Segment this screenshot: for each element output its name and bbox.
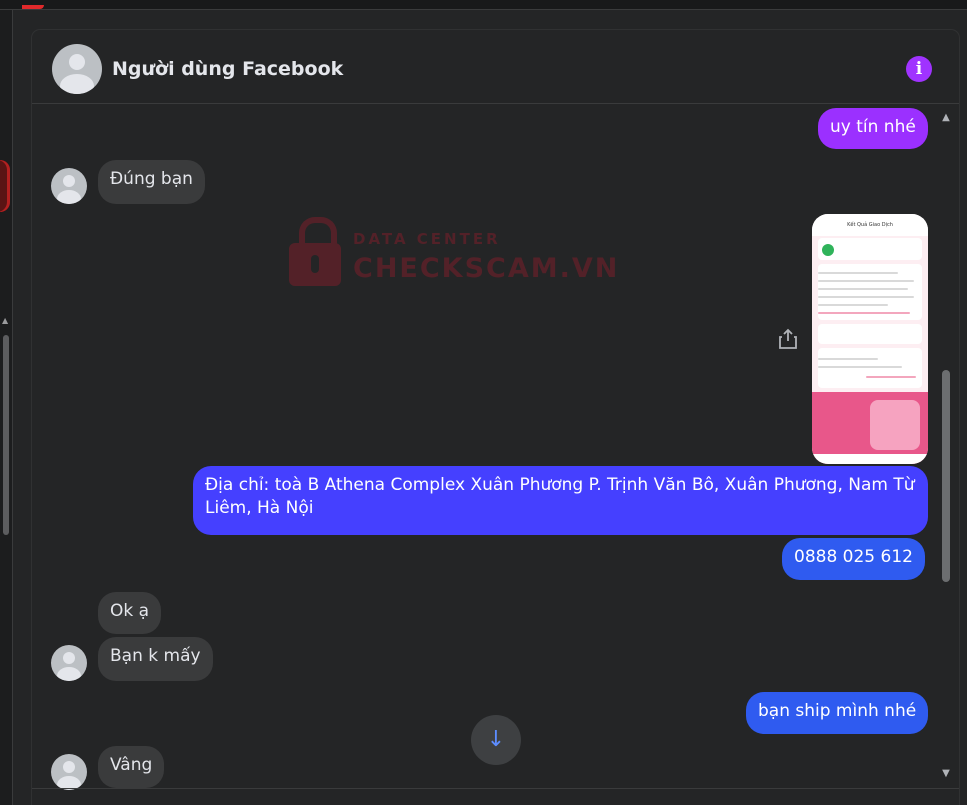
image-bottom-bar — [812, 454, 928, 464]
scroll-up-arrow[interactable]: ▲ — [938, 112, 954, 124]
avatar-body-shape — [60, 74, 94, 94]
watermark-line-1: DATA CENTER — [353, 230, 501, 248]
transaction-screenshot-image[interactable]: Kết Quả Giao Dịch — [812, 214, 928, 464]
contact-name[interactable]: Người dùng Facebook — [112, 58, 343, 80]
avatar-body-shape — [57, 190, 81, 204]
contact-avatar-small[interactable] — [51, 168, 87, 204]
share-icon[interactable] — [778, 328, 798, 350]
message-bubble-outgoing[interactable]: Địa chỉ: toà B Athena Complex Xuân Phươn… — [193, 466, 928, 535]
lock-keyhole — [311, 255, 319, 273]
chat-panel: Người dùng Facebook i DATA CENTER CHECKS… — [32, 30, 959, 805]
image-text-line — [818, 280, 914, 282]
image-card — [818, 324, 922, 344]
composer-divider — [32, 788, 959, 789]
left-scrollbar-thumb[interactable] — [3, 335, 9, 535]
check-icon — [822, 244, 834, 256]
message-bubble-outgoing[interactable]: 0888 025 612 — [782, 538, 925, 580]
avatar-head-shape — [69, 54, 85, 70]
left-scroll-up-arrow[interactable]: ▲ — [2, 316, 8, 325]
image-text-line — [818, 366, 902, 368]
avatar-body-shape — [57, 667, 81, 681]
image-title: Kết Quả Giao Dịch — [812, 214, 928, 236]
checkscam-watermark: DATA CENTER CHECKSCAM.VN — [289, 215, 617, 295]
message-bubble-outgoing[interactable]: bạn ship mình nhé — [746, 692, 929, 734]
chat-scrollbar[interactable]: ▲ ▼ — [938, 112, 954, 782]
message-bubble-incoming[interactable]: Ok ạ — [98, 592, 162, 634]
avatar-head-shape — [63, 761, 75, 773]
message-bubble-incoming[interactable]: Đúng bạn — [98, 160, 205, 204]
notification-mark — [22, 0, 44, 9]
message-bubble-incoming[interactable]: Bạn k mấy — [98, 637, 213, 681]
image-text-line — [818, 288, 908, 290]
image-card — [818, 348, 922, 388]
left-avatar-fragment — [0, 160, 10, 212]
image-text-line — [866, 376, 916, 378]
scrollbar-thumb[interactable] — [942, 370, 950, 582]
left-sidebar-edge: ▲ — [0, 10, 13, 805]
contact-avatar[interactable] — [52, 44, 102, 94]
message-bubble-incoming[interactable]: Vâng — [98, 746, 165, 788]
scroll-down-arrow[interactable]: ▼ — [938, 768, 954, 780]
image-text-line — [818, 304, 888, 306]
avatar-head-shape — [63, 652, 75, 664]
contact-avatar-small[interactable] — [51, 645, 87, 681]
scroll-to-bottom-button[interactable]: ↓ — [471, 715, 521, 765]
info-icon[interactable]: i — [906, 56, 932, 82]
image-text-line — [818, 272, 898, 274]
chat-header: Người dùng Facebook i — [32, 30, 959, 104]
contact-avatar-small[interactable] — [51, 754, 87, 790]
image-text-line — [818, 358, 878, 360]
watermark-line-2: CHECKSCAM.VN — [353, 253, 620, 284]
avatar-head-shape — [63, 175, 75, 187]
message-bubble-outgoing[interactable]: uy tín nhé — [818, 108, 928, 149]
top-bar — [0, 0, 967, 10]
image-promo-graphic — [870, 400, 920, 450]
image-text-line — [818, 312, 910, 314]
image-text-line — [818, 296, 914, 298]
